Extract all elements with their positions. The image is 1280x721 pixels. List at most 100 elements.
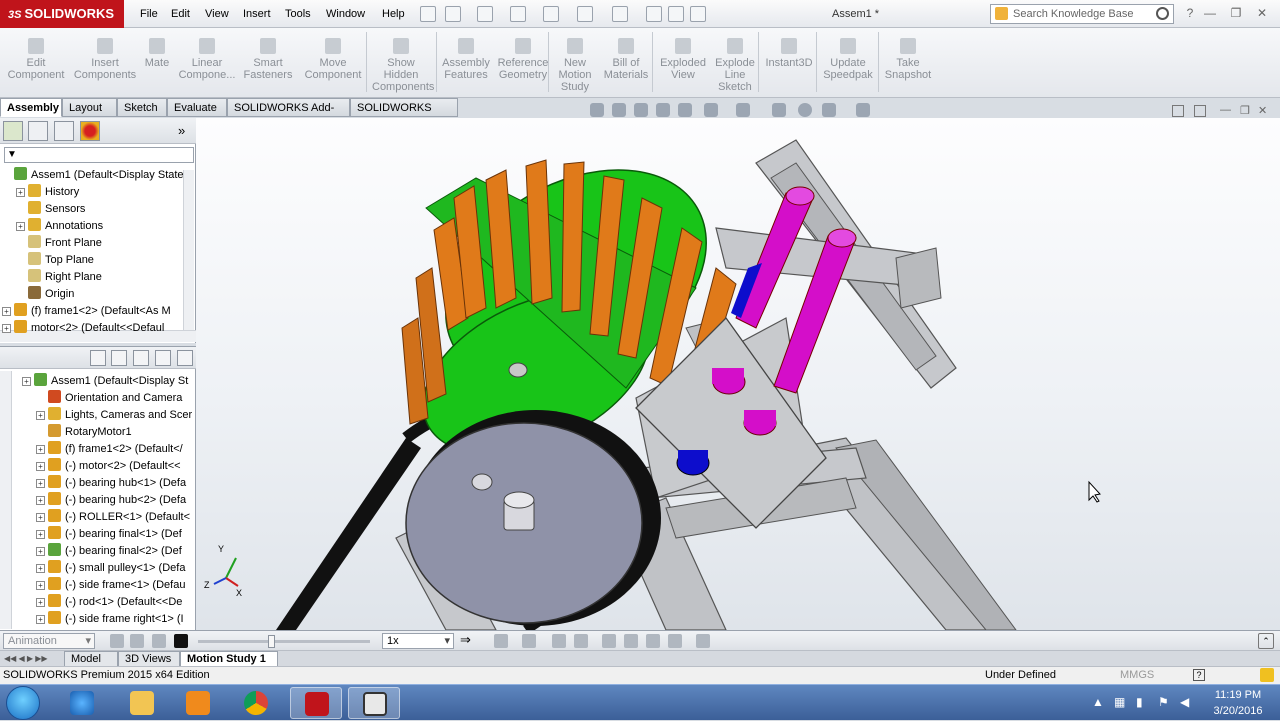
tree-item[interactable]: Top Plane <box>16 252 183 269</box>
tab-sketch[interactable]: Sketch <box>117 98 167 117</box>
expand-toggle-icon[interactable]: + <box>36 547 45 556</box>
menu-edit[interactable]: Edit <box>171 0 190 28</box>
dynamic-annotation-icon[interactable] <box>678 103 692 117</box>
tree-item[interactable]: + (-) side frame<1> (Defau <box>36 577 196 594</box>
tree-item[interactable]: + (-) side frame right<1> (I <box>36 611 196 628</box>
exploded-view-button[interactable]: Exploded View <box>656 28 710 98</box>
pin-icon[interactable] <box>420 6 436 22</box>
tree-item[interactable]: + (f) frame1<2> (Default<As M <box>2 303 183 320</box>
menu-window[interactable]: Window <box>326 0 365 28</box>
filter-selected-icon[interactable] <box>133 350 149 366</box>
tab-layout[interactable]: Layout <box>62 98 117 117</box>
status-help-icon[interactable]: ? <box>1193 669 1205 681</box>
tree-item[interactable]: Right Plane <box>16 269 183 286</box>
collapse-tree-icon[interactable] <box>177 350 193 366</box>
tree-item[interactable]: Origin <box>16 286 183 303</box>
taskbar-media-player[interactable] <box>172 687 224 719</box>
tree-item[interactable]: RotaryMotor1 <box>36 424 196 441</box>
graphics-area[interactable]: Y Z X <box>196 118 1280 630</box>
minimize-button[interactable]: — <box>1200 4 1220 22</box>
close-button[interactable]: ✕ <box>1252 4 1272 22</box>
playback-mode-icon[interactable]: ⇒ <box>460 632 471 648</box>
expand-toggle-icon[interactable]: + <box>36 530 45 539</box>
edit-appearance-icon[interactable] <box>798 103 812 117</box>
tree-item[interactable]: + Lights, Cameras and Scer <box>36 407 196 424</box>
contact-icon[interactable] <box>646 634 660 648</box>
study-properties-icon[interactable] <box>696 634 710 648</box>
previous-view-icon[interactable] <box>634 103 648 117</box>
tab-solidworks-mbd[interactable]: SOLIDWORKS MBD <box>350 98 458 132</box>
zoom-to-fit-icon[interactable] <box>590 103 604 117</box>
tree-item[interactable]: + (-) motor<2> (Default<< <box>36 458 196 475</box>
rebuild-status-icon[interactable] <box>1260 668 1274 682</box>
restore-button[interactable]: ❐ <box>1226 4 1246 22</box>
new-motion-study-button[interactable]: New Motion Study <box>552 28 598 98</box>
take-snapshot-button[interactable]: Take Snapshot <box>880 28 936 98</box>
expand-toggle-icon[interactable]: + <box>36 598 45 607</box>
open-icon[interactable] <box>477 6 493 22</box>
tree-item[interactable]: + Annotations <box>16 218 183 235</box>
tree-item[interactable]: + (f) frame1<2> (Default</ <box>36 441 196 458</box>
help-icon[interactable]: ? <box>1180 4 1200 22</box>
instant3d-button[interactable]: Instant3D <box>760 28 818 98</box>
network-icon[interactable]: ▦ <box>1114 695 1125 709</box>
tree-item[interactable]: Orientation and Camera <box>36 390 196 407</box>
action-center-icon[interactable]: ⚑ <box>1158 695 1169 709</box>
playback-speed-select[interactable]: 1x <box>382 633 454 649</box>
expand-toggle-icon[interactable]: + <box>36 513 45 522</box>
tree-item[interactable]: Assem1 (Default<Display State- <box>2 167 183 184</box>
viewport-tile-icon[interactable] <box>1194 105 1206 117</box>
feature-manager-tab-icon[interactable] <box>3 121 23 141</box>
viewport-minimize-button[interactable]: — <box>1220 104 1231 116</box>
property-manager-tab-icon[interactable] <box>28 121 48 141</box>
doc-tab-3d-views[interactable]: 3D Views <box>118 651 180 667</box>
taskbar-chrome[interactable] <box>230 687 282 719</box>
viewport-restore-button[interactable]: ❐ <box>1240 104 1250 117</box>
file-properties-icon[interactable] <box>668 6 684 22</box>
explode-line-sketch-button[interactable]: Explode Line Sketch <box>712 28 758 98</box>
collapse-motion-manager-icon[interactable]: ⌃ <box>1258 633 1274 649</box>
battery-icon[interactable]: ▮ <box>1136 695 1143 709</box>
gravity-icon[interactable] <box>668 634 682 648</box>
expand-toggle-icon[interactable]: + <box>36 445 45 454</box>
new-document-icon[interactable] <box>445 6 461 22</box>
expand-toggle-icon[interactable]: + <box>22 377 31 386</box>
expand-toggle-icon[interactable]: + <box>2 307 11 316</box>
apply-scene-icon[interactable] <box>822 103 836 117</box>
view-orientation-icon[interactable] <box>704 103 718 117</box>
rebuild-icon[interactable] <box>646 6 662 22</box>
motion-tree-scrollbar[interactable] <box>0 371 12 629</box>
update-speedpak-button[interactable]: Update Speedpak <box>820 28 876 98</box>
playback-slider-thumb[interactable] <box>268 635 275 648</box>
play-icon[interactable] <box>152 634 166 648</box>
expand-toggle-icon[interactable]: + <box>36 411 45 420</box>
menu-view[interactable]: View <box>205 0 229 28</box>
tab-evaluate[interactable]: Evaluate <box>167 98 227 117</box>
doc-tab-model[interactable]: Model <box>64 651 118 667</box>
calculate-icon[interactable] <box>110 634 124 648</box>
expand-toggle-icon[interactable]: + <box>16 222 25 231</box>
tree-item[interactable]: + motor<2> (Default<<Defaul <box>2 320 183 337</box>
autokey-icon[interactable] <box>552 634 566 648</box>
feature-tree-vertical-scrollbar[interactable] <box>183 170 194 330</box>
taskbar-explorer[interactable] <box>116 687 168 719</box>
expand-panel-icon[interactable]: » <box>178 123 185 138</box>
display-manager-tab-icon[interactable] <box>80 121 100 141</box>
edit-component-button[interactable]: Edit Component <box>4 28 68 98</box>
units-label[interactable]: MMGS <box>1120 667 1154 684</box>
display-style-icon[interactable] <box>736 103 750 117</box>
reference-geometry-button[interactable]: Reference Geometry <box>494 28 552 98</box>
zoom-to-area-icon[interactable] <box>612 103 626 117</box>
bill-of-materials-button[interactable]: Bill of Materials <box>600 28 652 98</box>
tree-item[interactable]: + (-) bearing hub<2> (Defa <box>36 492 196 509</box>
menu-tools[interactable]: Tools <box>285 0 311 28</box>
tree-item[interactable]: + (-) bearing final<1> (Def <box>36 526 196 543</box>
viewport-close-button[interactable]: ✕ <box>1258 104 1267 117</box>
undo-icon[interactable] <box>577 6 593 22</box>
taskbar-solidworks[interactable] <box>290 687 342 719</box>
filter-results-icon[interactable] <box>155 350 171 366</box>
view-settings-icon[interactable] <box>856 103 870 117</box>
expand-toggle-icon[interactable]: + <box>2 324 11 333</box>
show-hidden-components-button[interactable]: Show Hidden Components <box>372 28 434 98</box>
add-key-icon[interactable] <box>574 634 588 648</box>
